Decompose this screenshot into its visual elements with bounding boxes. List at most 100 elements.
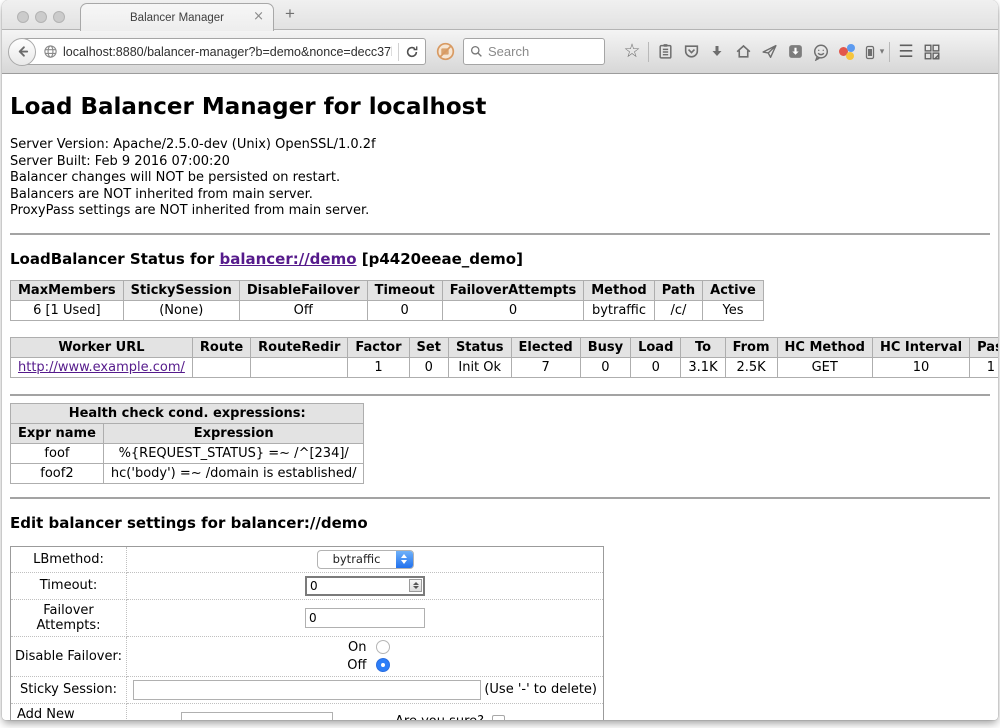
col-header: DisableFailover [239, 280, 367, 300]
tab-balancer-manager[interactable]: Balancer Manager × [80, 3, 274, 31]
toolbar-separator [889, 42, 890, 62]
col-header: Factor [348, 337, 409, 357]
disable-failover-on-radio[interactable] [376, 640, 390, 654]
cell-expression: %{REQUEST_STATUS} =~ /^[234]/ [103, 443, 364, 463]
menu-button[interactable]: ☰ [893, 39, 919, 65]
search-icon [470, 45, 483, 58]
cell-hc-interval: 10 [872, 357, 969, 377]
col-header: RouteRedir [251, 337, 348, 357]
grid-page-icon [923, 43, 941, 61]
url-bar[interactable]: localhost:8880/balancer-manager?b=demo&n… [22, 38, 426, 65]
add-worker-input[interactable] [181, 712, 333, 720]
timeout-label: Timeout: [11, 572, 127, 599]
balancer-demo-link[interactable]: balancer://demo [219, 250, 356, 268]
proxypass-note-line: ProxyPass settings are NOT inherited fro… [10, 203, 990, 220]
cell-passes: 1 (0) [970, 357, 998, 377]
cell-from: 2.5K [725, 357, 777, 377]
extension-colordots-button[interactable] [834, 39, 860, 65]
page-content: Load Balancer Manager for localhost Serv… [2, 75, 998, 720]
col-header: Timeout [367, 280, 442, 300]
url-text[interactable]: localhost:8880/balancer-manager?b=demo&n… [63, 45, 392, 59]
cell-factor: 1 [348, 357, 409, 377]
balancer-settings-table: MaxMembers StickySession DisableFailover… [10, 280, 764, 321]
col-header: Expression [103, 423, 364, 443]
are-you-sure-label: Are you sure? [395, 714, 484, 720]
number-spinner-icon[interactable] [409, 579, 422, 592]
divider [10, 394, 990, 396]
home-icon [735, 43, 752, 60]
server-version-line: Server Version: Apache/2.5.0-dev (Unix) … [10, 137, 990, 154]
grid-extension-button[interactable] [919, 39, 945, 65]
reload-button[interactable] [405, 45, 419, 59]
col-header: Load [631, 337, 681, 357]
sticky-session-hint: (Use '-' to delete) [484, 682, 597, 697]
pocket-button[interactable] [678, 39, 704, 65]
extension-panel-button[interactable]: ▾ [860, 39, 886, 65]
cell-disablefailover: Off [239, 300, 367, 320]
failover-attempts-input[interactable] [305, 608, 425, 628]
heading-prefix: LoadBalancer Status for [10, 250, 219, 268]
divider [10, 497, 990, 499]
col-header: HC Method [777, 337, 872, 357]
cell-busy: 0 [580, 357, 630, 377]
back-arrow-icon [15, 44, 30, 59]
heading-suffix: [p4420eeae_demo] [357, 250, 523, 268]
col-header: Busy [580, 337, 630, 357]
tab-title: Balancer Manager [130, 12, 224, 24]
square-down-arrow-icon [787, 43, 804, 60]
health-check-table: Health check cond. expressions: Expr nam… [10, 403, 364, 484]
toolbar-buttons: ☆ [619, 39, 945, 65]
search-input[interactable]: Search [463, 38, 605, 65]
reading-list-button[interactable] [652, 39, 678, 65]
table-row: 6 [1 Used] (None) Off 0 0 bytraffic /c/ … [11, 300, 764, 320]
cell-set: 0 [409, 357, 448, 377]
lbmethod-select[interactable]: bytraffic [317, 550, 414, 569]
health-check-caption: Health check cond. expressions: [11, 403, 364, 423]
cell-worker-url: http://www.example.com/ [11, 357, 193, 377]
disable-failover-label: Disable Failover: [11, 636, 127, 676]
content-block-icon[interactable] [436, 42, 455, 61]
tab-close-icon[interactable]: × [253, 9, 264, 25]
col-header: Passes [970, 337, 998, 357]
disable-failover-off-radio[interactable] [376, 658, 390, 672]
table-caption-row: Health check cond. expressions: [11, 403, 364, 423]
cell-routeredir [251, 357, 348, 377]
back-button[interactable] [8, 38, 36, 66]
pocket-icon [683, 43, 700, 60]
form-row-failover-attempts: Failover Attempts: [11, 599, 604, 636]
home-button[interactable] [730, 39, 756, 65]
col-header: Worker URL [11, 337, 193, 357]
cell-route [192, 357, 250, 377]
smiley-bubble-icon [812, 43, 830, 61]
bookmark-star-button[interactable]: ☆ [619, 39, 645, 65]
battery-icon [862, 44, 878, 60]
timeout-input[interactable] [305, 576, 425, 596]
panel-download-button[interactable] [782, 39, 808, 65]
zoom-window-button[interactable] [53, 11, 65, 23]
share-button[interactable] [756, 39, 782, 65]
close-window-button[interactable] [17, 11, 29, 23]
minimize-window-button[interactable] [35, 11, 47, 23]
hamburger-icon: ☰ [898, 42, 913, 62]
cell-timeout: 0 [367, 300, 442, 320]
col-header: Active [703, 280, 764, 300]
form-row-lbmethod: LBmethod: bytraffic [11, 546, 604, 572]
table-row: foof2 hc('body') =~ /domain is establish… [11, 463, 364, 483]
hello-chat-button[interactable] [808, 39, 834, 65]
dropdown-caret-icon: ▾ [880, 47, 885, 57]
sticky-session-input[interactable] [133, 680, 481, 700]
col-header: Status [448, 337, 511, 357]
download-arrow-icon [709, 44, 725, 60]
cell-maxmembers: 6 [1 Used] [11, 300, 124, 320]
are-you-sure-checkbox[interactable] [492, 715, 505, 720]
new-tab-button[interactable]: + [285, 4, 295, 24]
loadbalancer-status-heading: LoadBalancer Status for balancer://demo … [10, 250, 990, 268]
cell-hc-method: GET [777, 357, 872, 377]
cell-expr-name: foof [11, 443, 104, 463]
downloads-button[interactable] [704, 39, 730, 65]
form-row-timeout: Timeout: [11, 572, 604, 599]
cell-status: Init Ok [448, 357, 511, 377]
cell-elected: 7 [511, 357, 580, 377]
table-row: foof %{REQUEST_STATUS} =~ /^[234]/ [11, 443, 364, 463]
worker-url-link[interactable]: http://www.example.com/ [18, 360, 185, 375]
